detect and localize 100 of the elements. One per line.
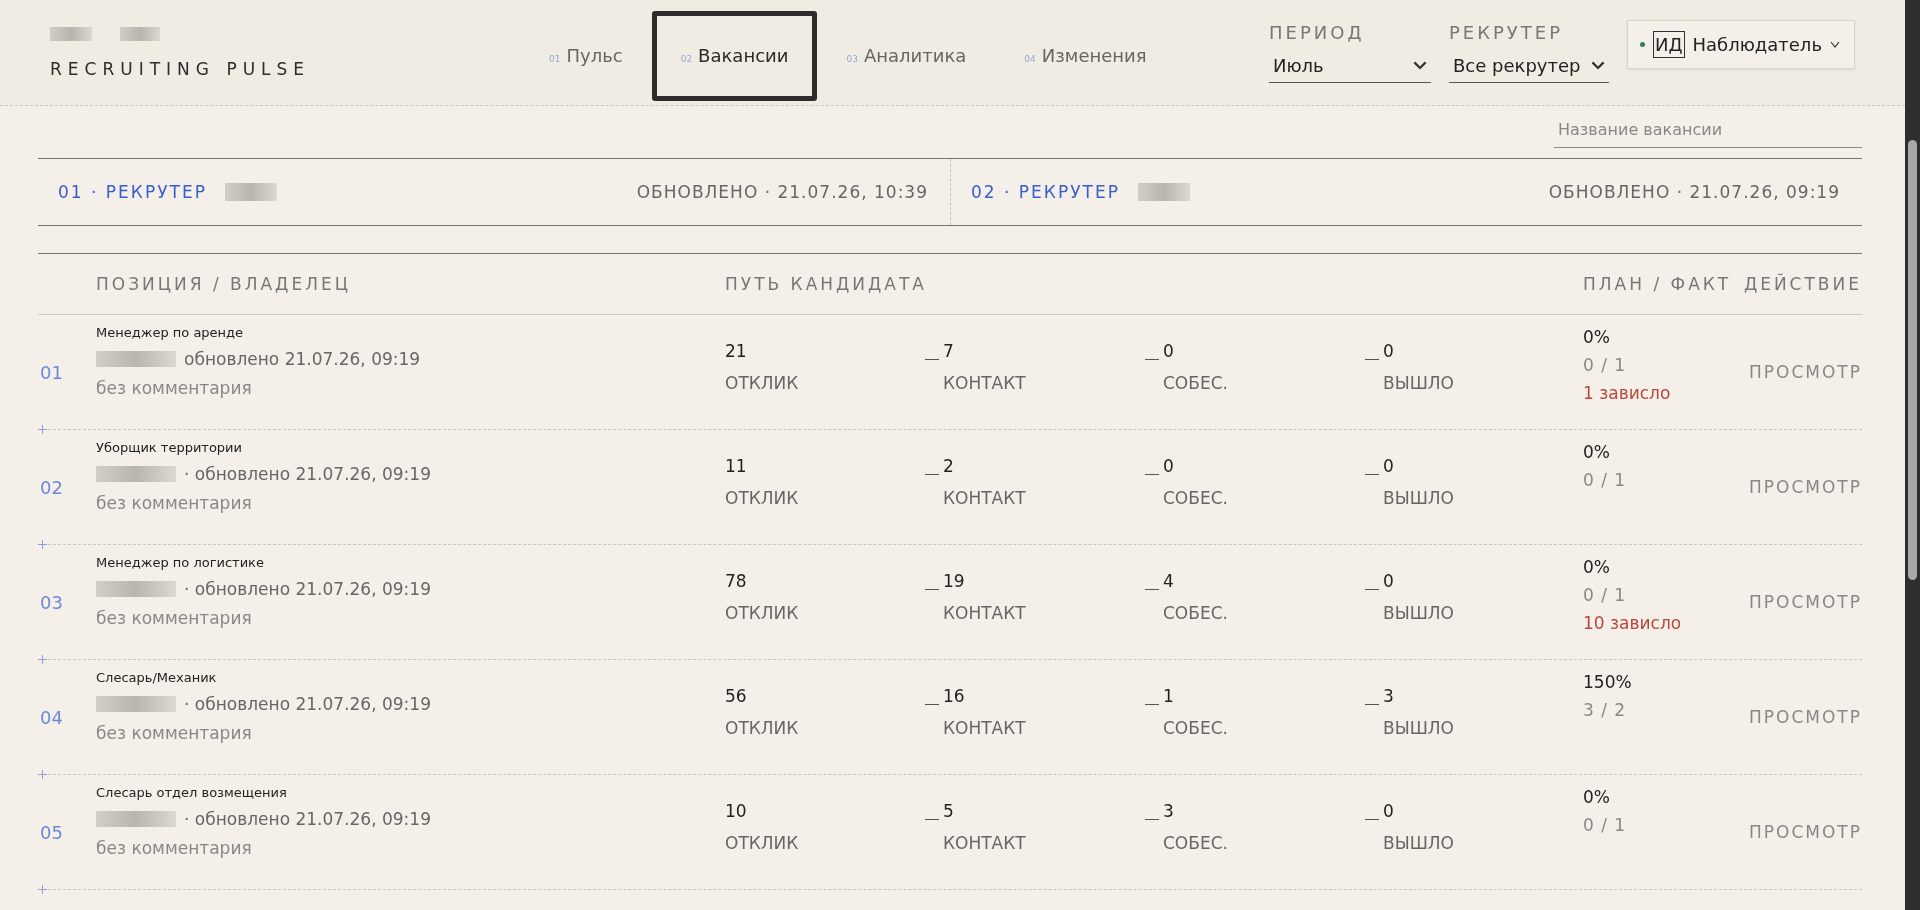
plan-percent: 0% <box>1583 557 1611 577</box>
view-button[interactable]: ПРОСМОТР <box>1749 477 1862 497</box>
redacted-block <box>1137 183 1190 201</box>
stage-count: 7 <box>943 341 955 361</box>
user-menu-button[interactable]: ИД Наблюдатель <box>1627 20 1855 69</box>
nav-tab[interactable]: 02 Вакансии <box>651 10 818 101</box>
update-note: обновлено 21.07.26, 09:19 <box>184 349 421 369</box>
comment-text: без комментария <box>96 493 253 513</box>
stage-count: 5 <box>943 801 955 821</box>
recruiter-label: 02 · РЕКРУТЕР <box>971 182 1120 202</box>
stage-label: СОБЕС. <box>1163 373 1229 393</box>
stage-label: КОНТАКТ <box>943 718 1027 738</box>
scrollbar-thumb[interactable] <box>1908 140 1917 580</box>
stage-count: 16 <box>943 686 966 706</box>
stage-label: ОТКЛИК <box>725 488 800 508</box>
column-header: ПЛАН / ФАКТ <box>1583 274 1733 294</box>
plan-percent: 150% <box>1583 672 1633 692</box>
stage-count: 21 <box>725 341 748 361</box>
plus-icon[interactable] <box>38 770 47 779</box>
search-field[interactable]: Название вакансии <box>1554 116 1862 148</box>
view-button[interactable]: ПРОСМОТР <box>1749 822 1862 842</box>
stage-count: 0 <box>1163 456 1175 476</box>
stage-count: 3 <box>1163 801 1175 821</box>
row-number: 02 <box>39 476 64 498</box>
plan-fact: 3 / 2 <box>1583 700 1628 720</box>
filter-label: ПЕРИОД <box>1269 22 1366 43</box>
vacancy-title: Слесарь отдел возмещения <box>96 785 288 800</box>
plan-fact: 0 / 1 <box>1583 815 1628 835</box>
chevron-down-icon <box>1591 61 1605 70</box>
stage-label: СОБЕС. <box>1163 718 1229 738</box>
comment-text: без комментария <box>96 723 253 743</box>
plan-percent: 0% <box>1583 787 1611 807</box>
stage-count: 10 <box>725 801 748 821</box>
stage-label: СОБЕС. <box>1163 833 1229 853</box>
vacancy-title: Менеджер по логистике <box>96 555 265 570</box>
stage-label: КОНТАКТ <box>943 373 1027 393</box>
stage-label: КОНТАКТ <box>943 603 1027 623</box>
column-header: ПОЗИЦИЯ / ВЛАДЕЛЕЦ <box>96 274 352 294</box>
chevron-down-icon <box>1413 61 1427 70</box>
view-button[interactable]: ПРОСМОТР <box>1749 707 1862 727</box>
stage-label: КОНТАКТ <box>943 833 1027 853</box>
row-number: 05 <box>39 821 64 843</box>
stage-label: КОНТАКТ <box>943 488 1027 508</box>
stage-count: 78 <box>725 571 748 591</box>
recruiter-label: 01 · РЕКРУТЕР <box>58 182 207 202</box>
vacancy-title: Слесарь/Механик <box>96 670 218 685</box>
chevron-down-icon <box>1830 41 1840 48</box>
stage-label: ВЫШЛО <box>1383 718 1455 738</box>
row-number: 01 <box>39 361 64 383</box>
plus-icon[interactable] <box>38 540 47 549</box>
comment-text: без комментария <box>96 378 253 398</box>
stage-label: ОТКЛИК <box>725 718 800 738</box>
vacancy-title: Уборщик территории <box>96 440 244 455</box>
stage-count: 19 <box>943 571 966 591</box>
update-note: · обновлено 21.07.26, 09:19 <box>184 464 431 484</box>
stage-label: ВЫШЛО <box>1383 603 1455 623</box>
view-button[interactable]: ПРОСМОТР <box>1749 362 1862 382</box>
nav-tab[interactable]: 03 Аналитика <box>817 10 996 101</box>
update-note: · обновлено 21.07.26, 09:19 <box>184 694 431 714</box>
filter-dropdown[interactable]: Все рекрутер <box>1449 51 1609 83</box>
plan-fact: 0 / 1 <box>1583 355 1628 375</box>
view-button[interactable]: ПРОСМОТР <box>1749 592 1862 612</box>
plan-fact: 0 / 1 <box>1583 585 1628 605</box>
update-note: · обновлено 21.07.26, 09:19 <box>184 579 431 599</box>
updated-time: ОБНОВЛЕНО · 21.07.26, 09:19 <box>1548 182 1840 202</box>
redacted-block <box>224 183 277 201</box>
stuck-count: 1 зависло <box>1583 383 1672 403</box>
stage-count: 3 <box>1383 686 1395 706</box>
plan-fact: 0 / 1 <box>1583 470 1628 490</box>
comment-text: без комментария <box>96 608 253 628</box>
stage-count: 2 <box>943 456 955 476</box>
stage-label: ВЫШЛО <box>1383 488 1455 508</box>
filter-dropdown[interactable]: Июль <box>1269 51 1431 83</box>
stage-label: ОТКЛИК <box>725 833 800 853</box>
nav-tab[interactable]: 01 Пульс <box>520 10 652 101</box>
stage-label: ВЫШЛО <box>1383 833 1455 853</box>
nav-tab[interactable]: 04 Изменения <box>995 10 1176 101</box>
stuck-count: 10 зависло <box>1583 613 1683 633</box>
stage-label: ВЫШЛО <box>1383 373 1455 393</box>
stage-count: 56 <box>725 686 748 706</box>
stage-count: 0 <box>1383 801 1395 821</box>
filter-label: РЕКРУТЕР <box>1449 22 1565 43</box>
app-title: RECRUITING PULSE <box>50 58 312 79</box>
column-header: ДЕЙСТВИЕ <box>1742 274 1862 294</box>
stage-count: 0 <box>1383 341 1395 361</box>
stage-count: 0 <box>1383 456 1395 476</box>
stage-label: ОТКЛИК <box>725 373 800 393</box>
column-header: ПУТЬ КАНДИДАТА <box>725 274 928 294</box>
plan-percent: 0% <box>1583 327 1611 347</box>
redacted-block <box>120 26 160 41</box>
redacted-block <box>50 26 92 41</box>
vacancy-title: Менеджер по аренде <box>96 325 245 340</box>
plan-percent: 0% <box>1583 442 1611 462</box>
plus-icon[interactable] <box>38 425 47 434</box>
plus-icon[interactable] <box>38 885 47 894</box>
stage-label: СОБЕС. <box>1163 603 1229 623</box>
stage-label: ОТКЛИК <box>725 603 800 623</box>
plus-icon[interactable] <box>38 655 47 664</box>
stage-count: 0 <box>1163 341 1175 361</box>
comment-text: без комментария <box>96 838 253 858</box>
